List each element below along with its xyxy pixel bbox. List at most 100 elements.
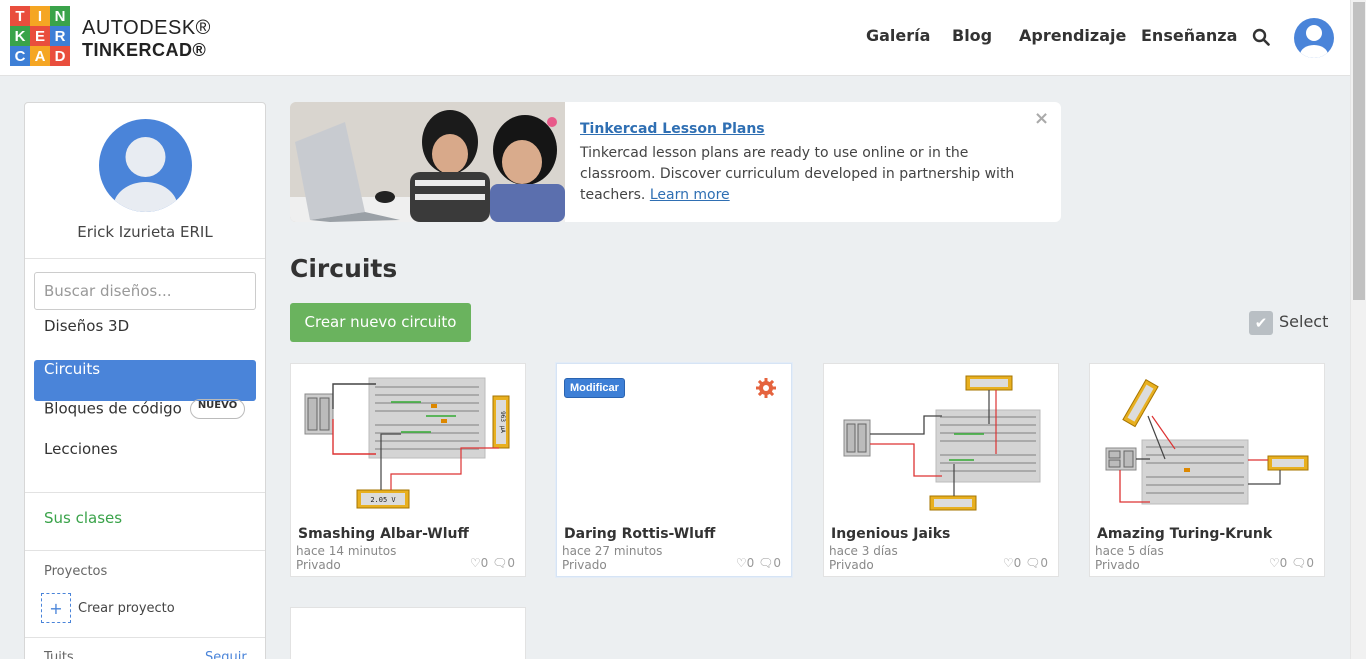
page-scrollbar[interactable] [1350, 0, 1366, 659]
card-stats: ♡0 🗨0 [736, 556, 781, 570]
multimeter-reading: 963 µA [499, 411, 506, 433]
divider [25, 550, 265, 551]
lesson-plans-banner: Tinkercad Lesson Plans Tinkercad lesson … [290, 102, 1061, 222]
design-card[interactable]: Modificar Daring Rottis-Wluff hace 27 mi… [556, 363, 792, 577]
new-badge: NUEVO [189, 399, 246, 419]
likes-count: 0 [1013, 556, 1022, 570]
sidebar-item-circuits[interactable]: Circuits [34, 360, 256, 401]
top-header: T I N K E R C A D AUTODESK® TINKERCAD® G… [0, 0, 1350, 76]
sidebar-item-label: Lecciones [44, 440, 118, 458]
create-project-button[interactable]: + Crear proyecto [41, 593, 175, 623]
design-card[interactable]: Ingenious Jaiks hace 3 días Privado ♡0 🗨… [823, 363, 1059, 577]
banner-title-link[interactable]: Tinkercad Lesson Plans [580, 121, 765, 137]
brand-line-2: TINKERCAD® [82, 40, 207, 60]
banner-body: Tinkercad lesson plans are ready to use … [580, 145, 1015, 203]
sidebar: Erick Izurieta ERIL Diseños 3D Circuits … [24, 102, 266, 659]
logo-letter: A [30, 46, 50, 66]
circuit-thumbnail: 963 µA 2.05 V [304, 377, 510, 509]
scrollbar-thumb[interactable] [1353, 2, 1365, 300]
projects-heading: Proyectos [44, 564, 108, 579]
card-title[interactable]: Daring Rottis-Wluff [564, 526, 715, 542]
create-circuit-button[interactable]: Crear nuevo circuito [290, 303, 471, 342]
heart-icon: ♡ [1268, 556, 1280, 570]
logo-letter: T [10, 6, 30, 26]
multimeter-reading: 2.05 V [370, 496, 396, 504]
select-label[interactable]: Select [1279, 312, 1328, 331]
card-time: hace 27 minutos [562, 544, 663, 558]
user-silhouette-icon [113, 137, 178, 212]
modify-button[interactable]: Modificar [564, 378, 625, 398]
card-title[interactable]: Amazing Turing-Krunk [1097, 526, 1272, 542]
card-stats: ♡0 🗨0 [1003, 556, 1048, 570]
circuit-thumbnail [843, 375, 1041, 511]
card-privacy: Privado [562, 558, 607, 572]
card-title[interactable]: Ingenious Jaiks [831, 526, 950, 542]
search-icon[interactable] [1252, 28, 1270, 46]
page-title: Circuits [290, 254, 398, 283]
brand-line-1: AUTODESK® [82, 17, 211, 39]
create-project-label: Crear proyecto [78, 600, 175, 616]
card-time: hace 14 minutos [296, 544, 397, 558]
likes-count: 0 [746, 556, 755, 570]
logo-letter: E [30, 26, 50, 46]
nav-teaching[interactable]: Enseñanza [1141, 26, 1237, 45]
design-card[interactable] [290, 607, 526, 659]
card-privacy: Privado [1095, 558, 1140, 572]
card-time: hace 3 días [829, 544, 898, 558]
logo-letter: I [30, 6, 50, 26]
gear-icon[interactable] [755, 377, 777, 399]
divider [25, 492, 265, 493]
sidebar-item-label: Bloques de código [44, 399, 182, 418]
logo-letter: K [10, 26, 30, 46]
likes-count: 0 [1279, 556, 1288, 570]
kids-laptop-image [290, 102, 565, 222]
card-time: hace 5 días [1095, 544, 1164, 558]
heart-icon: ♡ [469, 556, 481, 570]
nav-gallery[interactable]: Galería [866, 26, 930, 45]
comments-count: 0 [1040, 556, 1048, 570]
card-stats: ♡0 🗨0 [470, 556, 515, 570]
comments-count: 0 [773, 556, 781, 570]
divider [25, 258, 265, 259]
card-privacy: Privado [829, 558, 874, 572]
your-classes-link[interactable]: Sus clases [44, 509, 122, 527]
design-card[interactable]: Amazing Turing-Krunk hace 5 días Privado… [1089, 363, 1325, 577]
close-icon[interactable]: × [1034, 108, 1049, 129]
tinkercad-logo[interactable]: T I N K E R C A D [10, 6, 70, 66]
sidebar-item-label: Diseños 3D [44, 317, 130, 335]
select-checkbox[interactable]: ✔ [1249, 311, 1273, 335]
comment-icon: 🗨 [1291, 556, 1307, 570]
tweets-heading: Tuits [44, 650, 74, 659]
sidebar-item-codeblocks[interactable]: Bloques de código NUEVO [34, 399, 256, 440]
sidebar-item-3d-designs[interactable]: Diseños 3D [34, 317, 256, 358]
brand-wordmark: AUTODESK® TINKERCAD® [82, 17, 211, 61]
banner-image [290, 102, 565, 222]
card-privacy: Privado [296, 558, 341, 572]
design-card[interactable]: 963 µA 2.05 V Smashing Albar-Wluff hace … [290, 363, 526, 577]
profile-avatar[interactable] [99, 119, 192, 212]
heart-icon: ♡ [1002, 556, 1014, 570]
logo-letter: R [50, 26, 70, 46]
sidebar-item-label: Circuits [44, 360, 101, 378]
user-avatar[interactable] [1294, 18, 1334, 58]
comment-icon: 🗨 [758, 556, 774, 570]
nav-learning[interactable]: Aprendizaje [1019, 26, 1126, 45]
plus-icon: + [41, 593, 71, 623]
search-designs-input[interactable] [34, 272, 256, 310]
card-title[interactable]: Smashing Albar-Wluff [298, 526, 469, 542]
card-stats: ♡0 🗨0 [1269, 556, 1314, 570]
divider [25, 637, 265, 638]
user-silhouette-icon [1300, 25, 1328, 58]
likes-count: 0 [480, 556, 489, 570]
nav-blog[interactable]: Blog [952, 26, 992, 45]
logo-letter: C [10, 46, 30, 66]
logo-letter: D [50, 46, 70, 66]
sidebar-item-lessons[interactable]: Lecciones [34, 440, 256, 481]
logo-letter: N [50, 6, 70, 26]
comment-icon: 🗨 [1025, 556, 1041, 570]
comment-icon: 🗨 [492, 556, 508, 570]
banner-text: Tinkercad lesson plans are ready to use … [580, 143, 1030, 206]
follow-link[interactable]: Seguir [205, 650, 247, 659]
learn-more-link[interactable]: Learn more [650, 187, 730, 203]
heart-icon: ♡ [735, 556, 747, 570]
